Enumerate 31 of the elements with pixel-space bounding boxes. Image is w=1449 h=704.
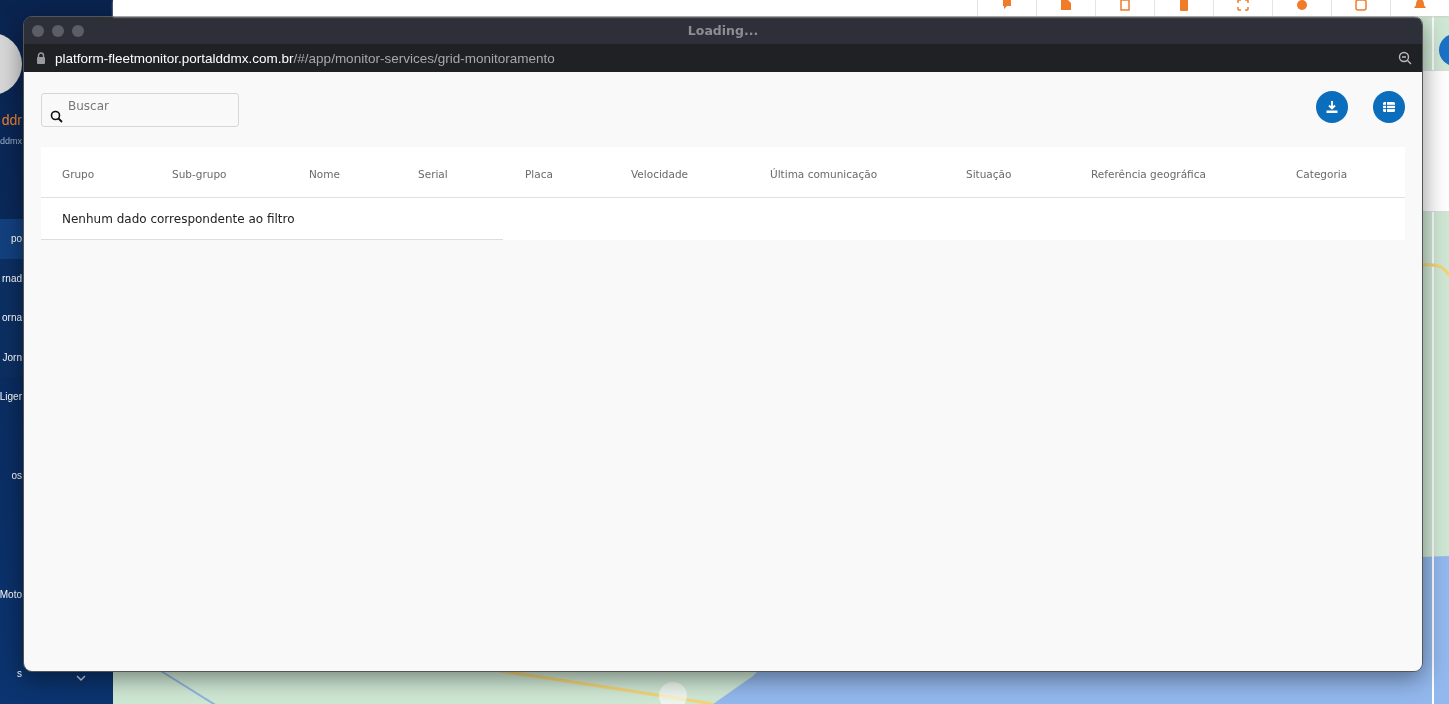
url-text: platform-fleetmonitor.portalddmx.com.br/#/app/monitor-services/grid-monitoramento [55, 50, 556, 66]
zoom-button[interactable] [72, 24, 84, 37]
page-icon[interactable] [1117, 0, 1133, 13]
column-header[interactable]: Situação [966, 167, 1012, 180]
document-icon[interactable] [1058, 0, 1074, 13]
column-header[interactable]: Categoria [1296, 167, 1348, 180]
search-field[interactable]: Buscar [41, 93, 239, 127]
window-title: Loading... [687, 23, 759, 38]
download-icon [1325, 100, 1339, 114]
minimize-button[interactable] [52, 24, 64, 37]
column-header[interactable]: Nome [309, 167, 340, 180]
lock-icon [36, 52, 46, 64]
empty-message: Nenhum dado correspondente ao filtro [41, 198, 503, 240]
sidebar-item[interactable]: s [0, 653, 113, 693]
column-header[interactable]: Serial [418, 167, 448, 180]
download-button[interactable] [1316, 91, 1348, 123]
frame-icon[interactable] [1235, 0, 1251, 13]
zoom-out-icon[interactable] [1398, 51, 1412, 65]
close-button[interactable] [32, 24, 44, 37]
search-icon [50, 110, 63, 123]
column-header[interactable]: Velocidade [631, 167, 689, 180]
chevron-icon[interactable] [76, 673, 86, 682]
column-header[interactable]: Sub-grupo [172, 167, 227, 180]
user-email: ddmx [0, 136, 22, 146]
table-icon [1382, 100, 1396, 114]
user-name: ddr [1, 112, 22, 128]
column-header[interactable]: Referência geográfica [1091, 167, 1206, 180]
column-header[interactable]: Grupo [62, 167, 95, 180]
table-view-button[interactable] [1373, 91, 1405, 123]
column-header[interactable]: Última comunicação [770, 167, 878, 180]
column-header[interactable]: Placa [525, 167, 553, 180]
